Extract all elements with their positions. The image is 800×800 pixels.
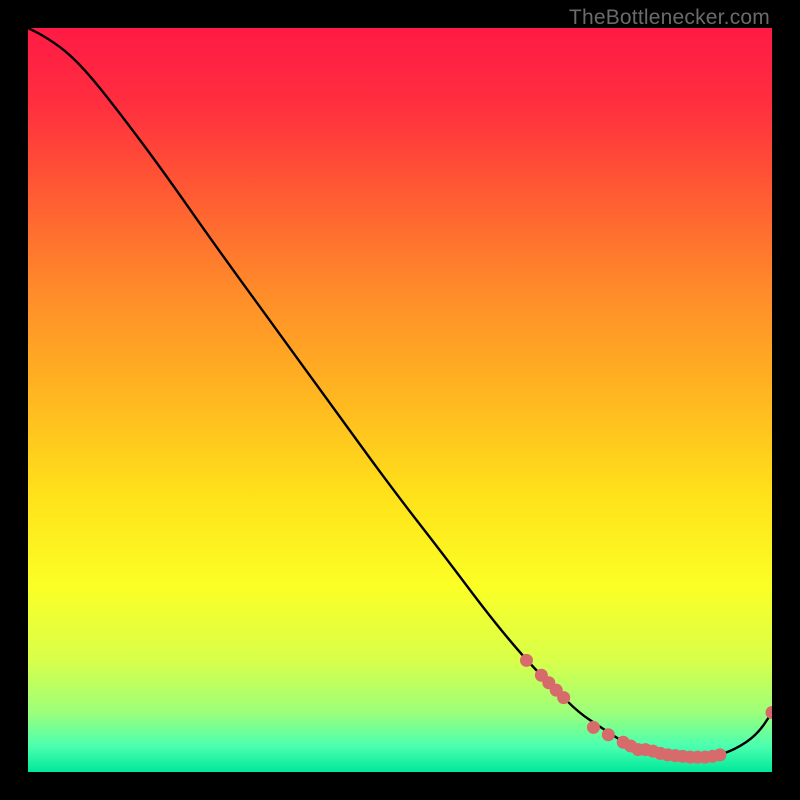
data-point (713, 748, 726, 761)
chart-frame (28, 28, 772, 772)
plot-area (28, 28, 772, 772)
data-point (602, 728, 615, 741)
watermark-text: TheBottlenecker.com (569, 6, 770, 30)
data-point (520, 654, 533, 667)
data-point (557, 691, 570, 704)
chart-svg (28, 28, 772, 772)
data-point (587, 721, 600, 734)
